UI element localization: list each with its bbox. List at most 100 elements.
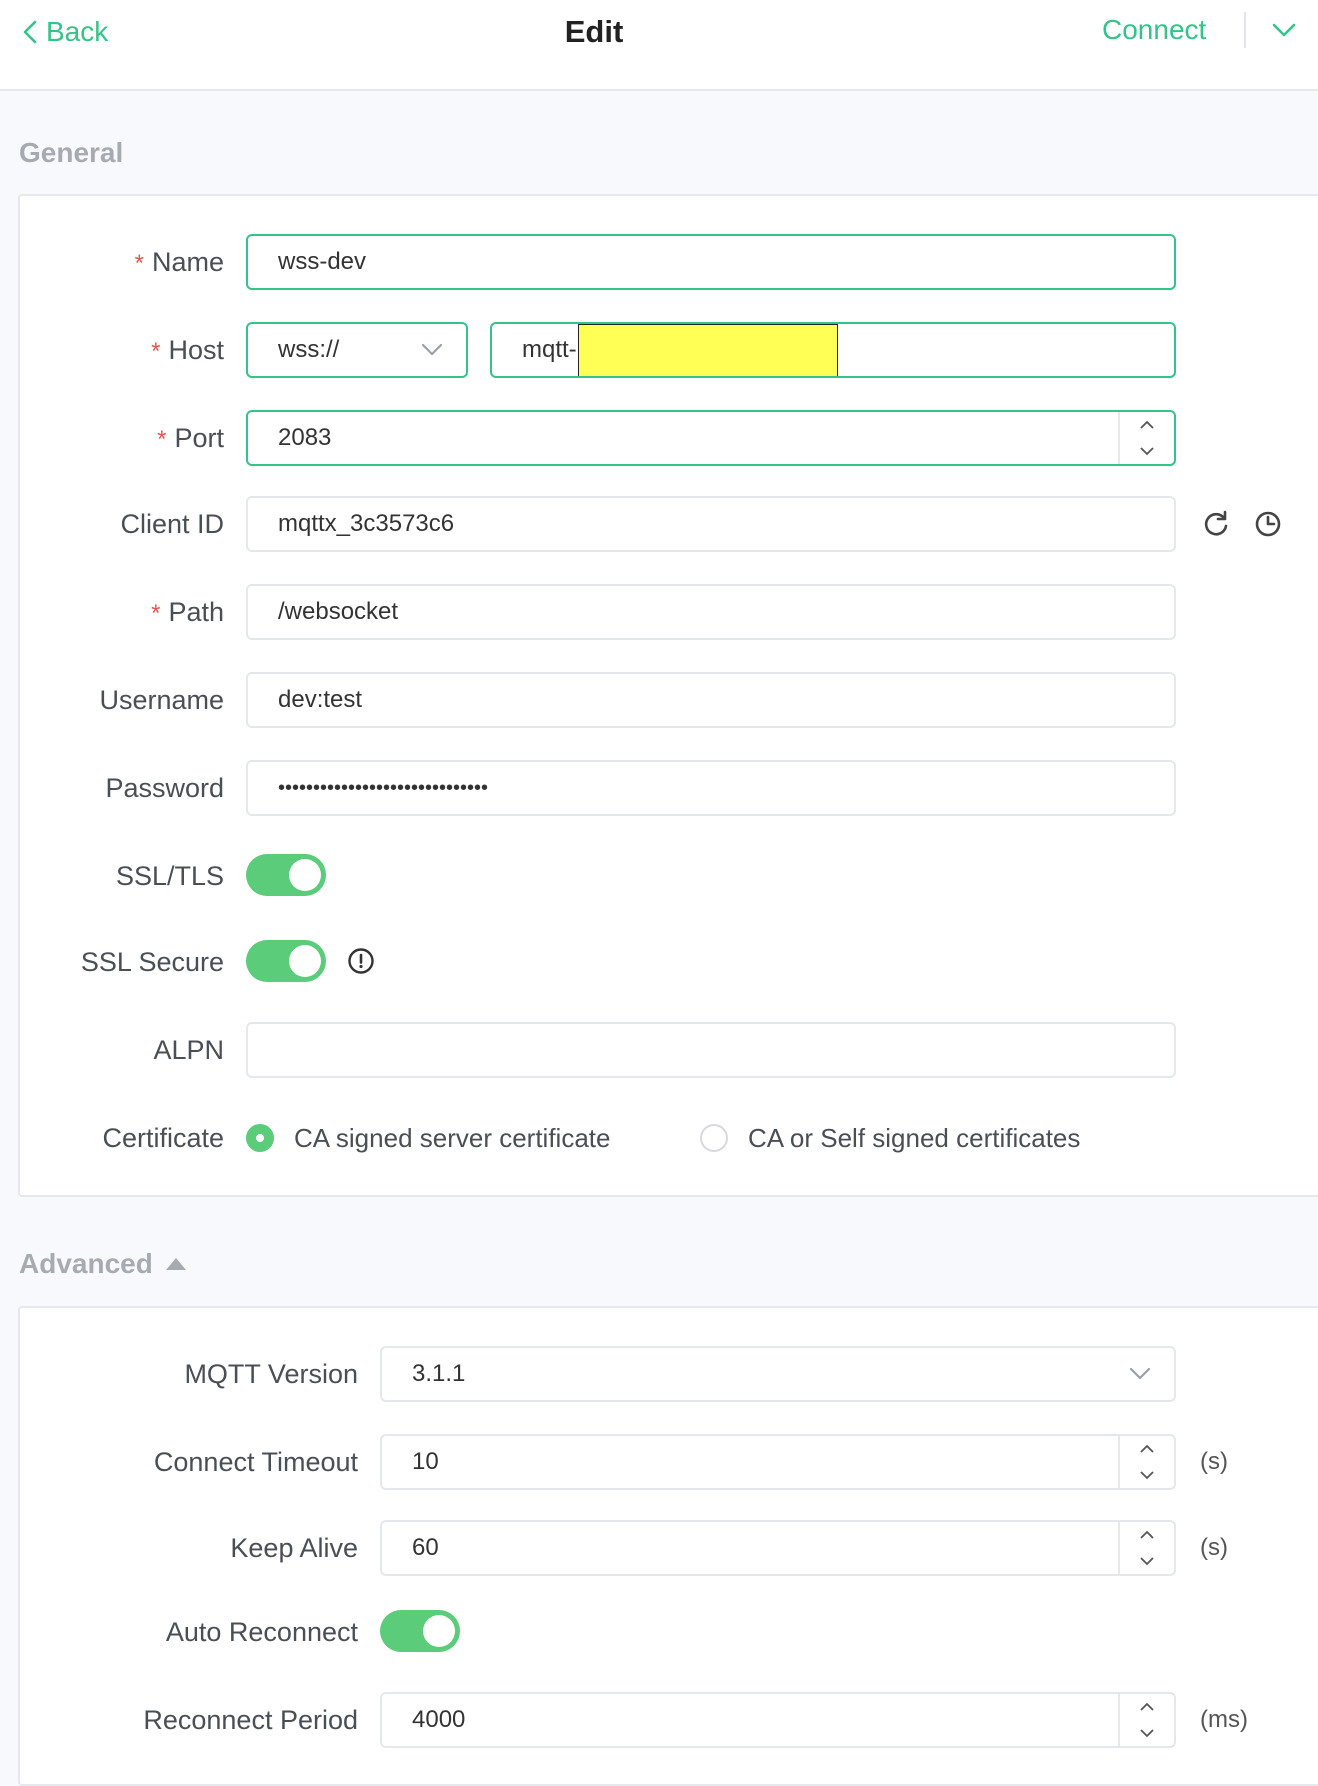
name-input[interactable]: wss-dev bbox=[246, 234, 1176, 290]
port-row: * Port 2083 bbox=[20, 410, 1300, 466]
refresh-icon[interactable] bbox=[1200, 508, 1232, 540]
spin-down-icon[interactable] bbox=[1120, 438, 1174, 464]
chevron-down-icon bbox=[1272, 23, 1296, 37]
radio-ca-signed-label: CA signed server certificate bbox=[294, 1122, 611, 1153]
port-input[interactable]: 2083 bbox=[246, 410, 1176, 466]
ssl-tls-label: SSL/TLS bbox=[115, 861, 224, 891]
mqtt-version-select[interactable]: 3.1.1 bbox=[380, 1346, 1176, 1402]
certificate-label: Certificate bbox=[102, 1123, 224, 1153]
connect-timeout-stepper bbox=[1118, 1436, 1174, 1488]
spin-down-icon[interactable] bbox=[1120, 1720, 1174, 1746]
keep-alive-unit: (s) bbox=[1200, 1534, 1228, 1561]
username-input[interactable]: dev:test bbox=[246, 672, 1176, 728]
auto-reconnect-row: Auto Reconnect bbox=[20, 1604, 1300, 1660]
reconnect-period-value: 4000 bbox=[412, 1706, 466, 1733]
host-row: * Host wss:// mqtt- bbox=[20, 322, 1300, 378]
reconnect-period-input[interactable]: 4000 bbox=[380, 1692, 1176, 1748]
advanced-section-title: Advanced bbox=[19, 1248, 153, 1279]
name-row: * Name wss-dev bbox=[20, 234, 1300, 290]
spin-up-icon[interactable] bbox=[1120, 1522, 1174, 1548]
required-mark: * bbox=[157, 426, 167, 453]
page-title: Edit bbox=[564, 14, 624, 49]
toggle-knob bbox=[423, 1615, 455, 1647]
clock-icon[interactable] bbox=[1252, 508, 1284, 540]
toggle-knob bbox=[289, 945, 321, 977]
caret-up-icon bbox=[165, 1258, 186, 1270]
password-input[interactable]: •••••••••••••••••••••••••••••• bbox=[246, 760, 1176, 816]
radio-checked-icon bbox=[246, 1124, 274, 1152]
alpn-input[interactable] bbox=[246, 1022, 1176, 1078]
advanced-card: MQTT Version 3.1.1 Connect Timeout 10 (s… bbox=[18, 1306, 1318, 1786]
host-input[interactable]: mqtt- bbox=[490, 322, 1176, 378]
keep-alive-row: Keep Alive 60 (s) bbox=[20, 1520, 1300, 1576]
advanced-section-toggle[interactable]: Advanced bbox=[19, 1248, 187, 1280]
keep-alive-stepper bbox=[1118, 1522, 1174, 1574]
host-label: * Host bbox=[151, 335, 224, 365]
ssl-secure-toggle[interactable] bbox=[246, 940, 326, 982]
password-label: Password bbox=[105, 773, 224, 803]
chevron-down-icon bbox=[421, 343, 443, 356]
client-id-label: Client ID bbox=[120, 509, 224, 539]
spin-up-icon[interactable] bbox=[1120, 412, 1174, 438]
redaction-box bbox=[578, 324, 838, 376]
protocol-value: wss:// bbox=[278, 336, 340, 363]
auto-reconnect-label: Auto Reconnect bbox=[165, 1617, 358, 1647]
host-value: mqtt- bbox=[522, 336, 577, 363]
username-label: Username bbox=[99, 685, 224, 715]
reconnect-period-row: Reconnect Period 4000 (ms) bbox=[20, 1692, 1300, 1748]
path-input[interactable]: /websocket bbox=[246, 584, 1176, 640]
connect-button[interactable]: Connect bbox=[1102, 14, 1206, 50]
mqtt-version-value: 3.1.1 bbox=[412, 1360, 466, 1387]
top-bar: Back Edit Connect bbox=[0, 0, 1318, 91]
connect-timeout-row: Connect Timeout 10 (s) bbox=[20, 1434, 1300, 1490]
info-circle-icon[interactable] bbox=[346, 946, 378, 978]
name-label: * Name bbox=[134, 247, 224, 277]
general-section-title: General bbox=[19, 137, 124, 168]
connect-timeout-unit: (s) bbox=[1200, 1448, 1228, 1475]
port-stepper bbox=[1118, 412, 1174, 464]
certificate-row: Certificate CA signed server certificate… bbox=[20, 1110, 1300, 1166]
keep-alive-value: 60 bbox=[412, 1534, 439, 1561]
radio-ca-signed[interactable]: CA signed server certificate bbox=[246, 1110, 610, 1166]
header-divider bbox=[1244, 12, 1246, 48]
path-label: * Path bbox=[151, 597, 224, 627]
ssl-secure-row: SSL Secure bbox=[20, 934, 1300, 990]
general-card: * Name wss-dev * Host wss:// mqtt- * Port 2… bbox=[18, 194, 1318, 1197]
username-row: Username dev:test bbox=[20, 672, 1300, 728]
radio-unchecked-icon bbox=[700, 1124, 728, 1152]
ssl-secure-label: SSL Secure bbox=[80, 947, 224, 977]
protocol-select[interactable]: wss:// bbox=[246, 322, 468, 378]
reconnect-period-unit: (ms) bbox=[1200, 1706, 1248, 1733]
required-mark: * bbox=[134, 250, 144, 277]
keep-alive-input[interactable]: 60 bbox=[380, 1520, 1176, 1576]
ssl-tls-row: SSL/TLS bbox=[20, 848, 1300, 904]
port-value: 2083 bbox=[278, 424, 332, 451]
auto-reconnect-toggle[interactable] bbox=[380, 1610, 460, 1652]
mqtt-version-label: MQTT Version bbox=[184, 1359, 358, 1389]
reconnect-period-stepper bbox=[1118, 1694, 1174, 1746]
alpn-row: ALPN bbox=[20, 1022, 1300, 1078]
ssl-tls-toggle[interactable] bbox=[246, 854, 326, 896]
password-row: Password •••••••••••••••••••••••••••••• bbox=[20, 760, 1300, 816]
keep-alive-label: Keep Alive bbox=[230, 1533, 358, 1563]
required-mark: * bbox=[151, 338, 161, 365]
path-row: * Path /websocket bbox=[20, 584, 1300, 640]
radio-self-signed[interactable]: CA or Self signed certificates bbox=[700, 1110, 1080, 1166]
port-label: * Port bbox=[157, 423, 224, 453]
spin-down-icon[interactable] bbox=[1120, 1462, 1174, 1488]
connect-timeout-value: 10 bbox=[412, 1448, 439, 1475]
spin-up-icon[interactable] bbox=[1120, 1436, 1174, 1462]
toggle-knob bbox=[289, 859, 321, 891]
spin-up-icon[interactable] bbox=[1120, 1694, 1174, 1720]
alpn-label: ALPN bbox=[153, 1035, 224, 1065]
required-mark: * bbox=[151, 600, 161, 627]
client-id-input[interactable]: mqttx_3c3573c6 bbox=[246, 496, 1176, 552]
chevron-down-icon bbox=[1129, 1367, 1151, 1380]
connect-timeout-label: Connect Timeout bbox=[153, 1447, 358, 1477]
spin-down-icon[interactable] bbox=[1120, 1548, 1174, 1574]
connect-timeout-input[interactable]: 10 bbox=[380, 1434, 1176, 1490]
connect-menu-button[interactable] bbox=[1270, 20, 1298, 44]
client-id-row: Client ID mqttx_3c3573c6 bbox=[20, 496, 1300, 552]
mqtt-version-row: MQTT Version 3.1.1 bbox=[20, 1346, 1300, 1402]
radio-self-signed-label: CA or Self signed certificates bbox=[748, 1122, 1081, 1153]
